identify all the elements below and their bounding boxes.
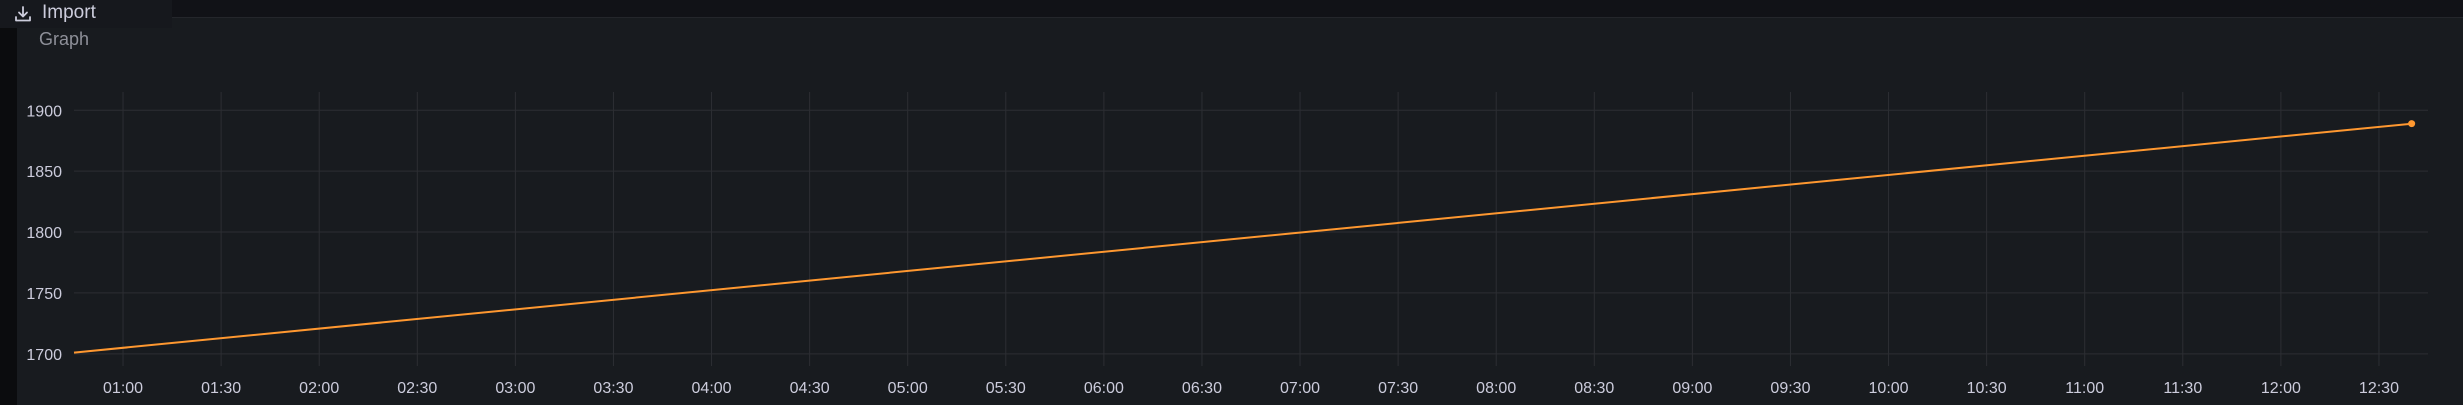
import-button[interactable]: Import [0,0,172,28]
x-tick-label: 07:00 [1280,380,1320,397]
y-tick-label: 1850 [26,164,62,181]
x-tick-label: 03:30 [593,380,633,397]
y-tick-label: 1800 [26,225,62,242]
x-tick-label: 02:30 [397,380,437,397]
x-tick-label: 11:00 [2065,380,2104,397]
x-tick-label: 05:30 [986,380,1026,397]
x-tick-label: 04:00 [692,380,732,397]
download-icon [15,6,31,22]
x-tick-label: 04:30 [790,380,830,397]
x-tick-label: 05:00 [888,380,928,397]
x-tick-label: 03:00 [495,380,535,397]
x-tick-label: 10:30 [1967,380,2007,397]
x-tick-label: 10:00 [1869,380,1909,397]
line-chart: 1700 1750 1800 1850 1900 01:00 01:30 02:00 02:30… [26,92,2428,397]
x-tick-label: 06:30 [1182,380,1222,397]
x-tick-label: 08:30 [1574,380,1614,397]
y-tick-label: 1700 [26,347,62,364]
x-tick-label: 06:00 [1084,380,1124,397]
x-tick-label: 01:00 [103,380,143,397]
y-tick-label: 1750 [26,286,62,303]
import-label: Import [42,2,96,23]
x-tick-label: 12:30 [2359,380,2399,397]
x-tick-label: 07:30 [1378,380,1418,397]
series-line [73,122,2412,354]
x-tick-label: 02:00 [299,380,339,397]
x-tick-label: 09:00 [1672,380,1712,397]
x-tick-label: 09:30 [1770,380,1810,397]
series-last-point [2408,120,2416,128]
x-tick-label: 11:30 [2163,380,2202,397]
x-tick-label: 12:00 [2261,380,2301,397]
x-tick-label: 08:00 [1476,380,1516,397]
x-tick-label: 01:30 [201,380,241,397]
y-tick-label: 1900 [26,103,62,120]
